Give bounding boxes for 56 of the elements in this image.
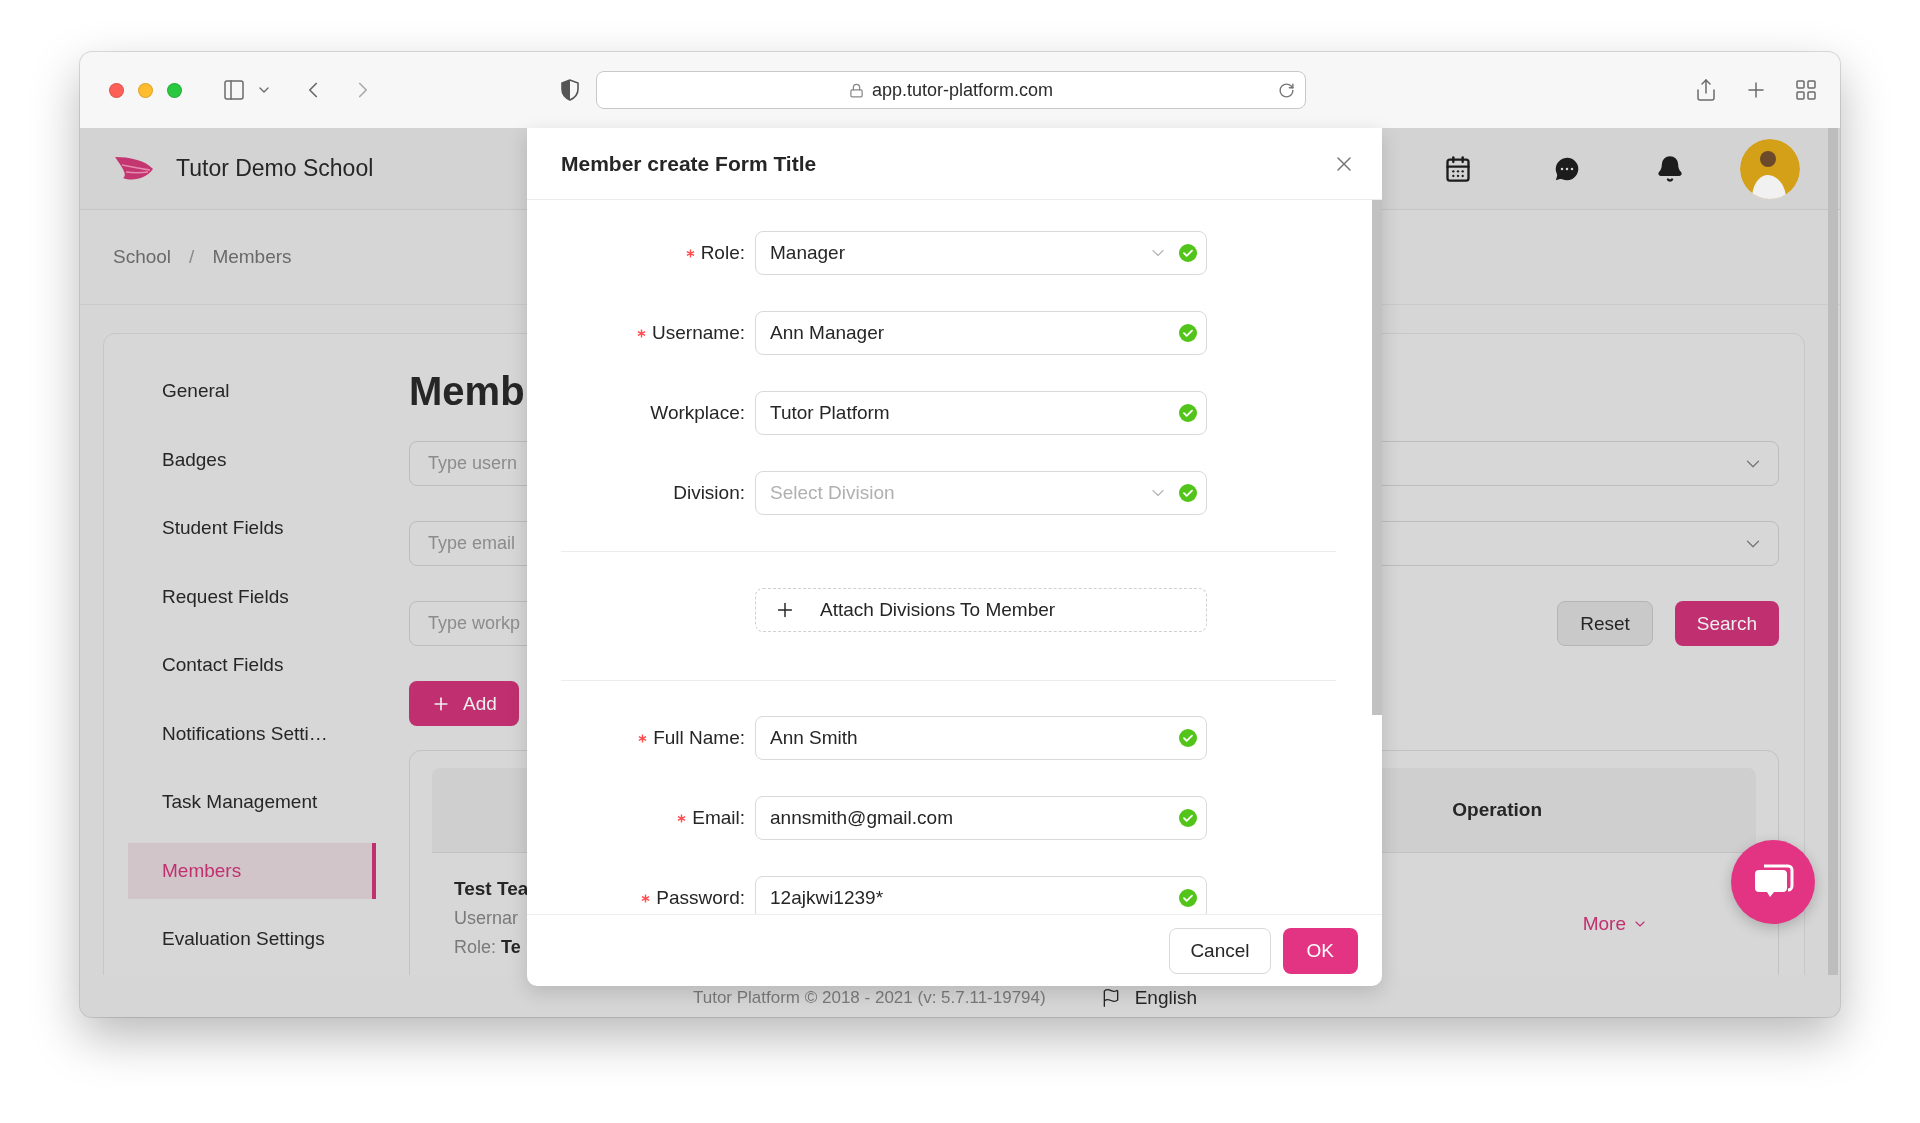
shield-icon[interactable] <box>560 79 580 101</box>
sidebar-item[interactable]: Student Fields <box>128 500 376 556</box>
lock-icon <box>848 82 864 98</box>
field-label: Workplace: <box>650 402 745 424</box>
sidebar-item[interactable]: General <box>128 363 376 419</box>
member-detail: Role: Te <box>454 937 522 958</box>
page-title: Memb <box>409 368 525 415</box>
member-name: Test Tea <box>454 878 529 900</box>
url-text: app.tutor-platform.com <box>871 79 1054 101</box>
field-label: Password: <box>656 887 745 909</box>
input-field[interactable]: 12ajkwi1239* <box>755 876 1207 914</box>
sidebar-toggle-icon[interactable] <box>222 78 246 102</box>
sidebar-item[interactable]: Request Fields <box>128 568 376 625</box>
address-bar[interactable]: app.tutor-platform.com <box>596 71 1306 109</box>
maximize-window-button[interactable] <box>167 82 182 98</box>
share-icon[interactable] <box>1694 78 1718 102</box>
sidebar-item[interactable]: Evaluation Settings <box>128 911 376 967</box>
input-field[interactable]: Ann Manager <box>755 311 1207 355</box>
sidebar-item[interactable]: Badges <box>128 431 376 488</box>
wing-logo-icon <box>114 154 154 183</box>
calendar-icon[interactable] <box>1444 154 1472 183</box>
add-button[interactable]: Add <box>409 681 519 726</box>
input-field[interactable]: Ann Smith <box>755 716 1207 760</box>
attach-divisions-button[interactable]: Attach Divisions To Member <box>755 588 1207 632</box>
field-label: Role: <box>700 242 745 264</box>
field-label: Full Name: <box>653 727 745 749</box>
copyright-text: Tutor Platform © 2018 - 2021 (v: 5.7.11-19794) <box>692 988 1046 1008</box>
breadcrumb-current: Members <box>212 246 292 268</box>
more-link[interactable]: More <box>1582 912 1648 936</box>
avatar[interactable] <box>1740 138 1800 199</box>
close-window-button[interactable] <box>109 82 124 98</box>
search-button[interactable]: Search <box>1674 601 1779 646</box>
reload-icon[interactable] <box>1278 81 1295 99</box>
sidebar-item[interactable]: Task Management <box>128 774 376 830</box>
input-field[interactable]: Tutor Platform <box>755 391 1207 435</box>
scrollbar[interactable] <box>1372 200 1382 715</box>
field-label: Email: <box>692 807 745 829</box>
language-link[interactable]: English <box>1100 987 1197 1009</box>
sidebar-item[interactable]: Notifications Setti… <box>128 705 376 762</box>
tab-overview-icon[interactable] <box>1794 78 1818 102</box>
school-name: Tutor Demo School <box>176 155 374 182</box>
bell-icon[interactable] <box>1656 154 1684 183</box>
ok-button[interactable]: OK <box>1282 927 1358 974</box>
field-label: Division: <box>673 482 745 504</box>
column-header: Operation <box>1452 799 1542 821</box>
breadcrumb-separator: / <box>189 246 195 268</box>
cancel-button[interactable]: Cancel <box>1169 927 1271 974</box>
member-detail: Usernar <box>454 908 520 929</box>
field-label: Username: <box>652 322 745 344</box>
scrollbar[interactable] <box>1828 128 1838 975</box>
sidebar-item[interactable]: Contact Fields <box>128 637 376 693</box>
input-field[interactable]: annsmith@gmail.com <box>755 796 1207 840</box>
reset-button[interactable]: Reset <box>1557 601 1653 646</box>
breadcrumb-link[interactable]: School <box>113 246 172 268</box>
select-field[interactable]: Manager <box>755 231 1207 275</box>
dialog-title: Member create Form Title <box>561 151 817 176</box>
